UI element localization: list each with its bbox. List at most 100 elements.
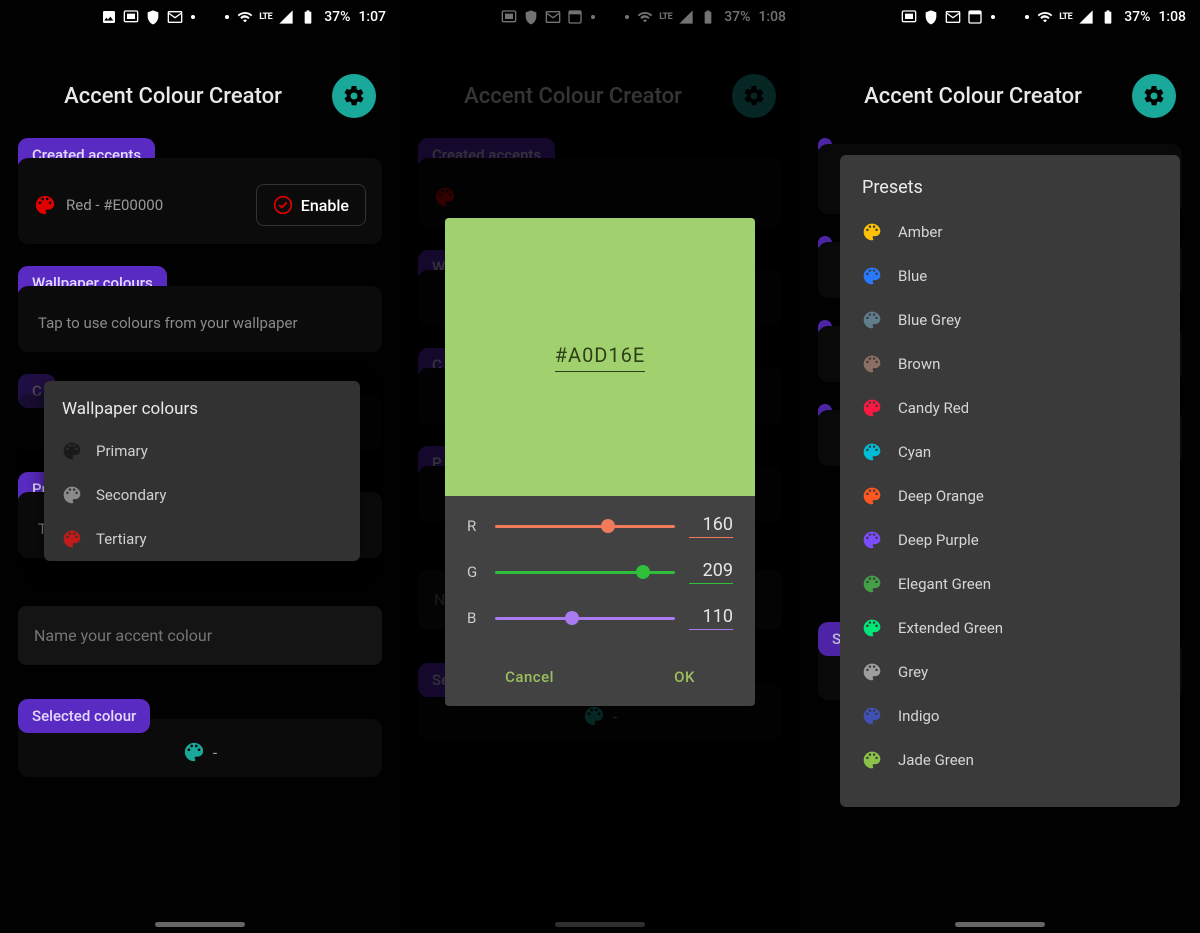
r-label: R [467,517,481,535]
palette-icon [62,485,82,505]
wallpaper-option-secondary[interactable]: Secondary [44,473,360,517]
presets-sheet: Presets Amber Blue Blue Grey Brown Candy Red… [840,155,1180,807]
g-value[interactable]: 209 [689,560,733,584]
battery-percent: 37% [324,9,350,25]
overflow-dot-icon [191,15,195,19]
b-label: B [467,609,481,627]
palette-icon [862,706,882,726]
palette-icon [34,194,56,216]
ok-button[interactable]: OK [674,668,695,686]
lte-label: LTE [1059,12,1072,22]
created-accent-card[interactable]: Red - #E00000 Enable [18,158,382,244]
hex-value[interactable]: #A0D16E [555,343,646,372]
b-slider[interactable] [495,617,675,620]
preset-label: Indigo [898,707,939,725]
cast-icon [901,9,917,25]
wallpaper-option-primary[interactable]: Primary [44,429,360,473]
preset-item[interactable]: Deep Orange [840,474,1180,518]
g-label: G [467,563,481,581]
preset-label: Jade Green [898,751,974,769]
web-icon [967,9,983,25]
cancel-button[interactable]: Cancel [505,668,554,686]
dot-icon [225,15,229,19]
color-swatch[interactable]: #A0D16E [445,218,755,496]
slider-row-b: B 110 [467,606,733,630]
preset-item[interactable]: Grey [840,650,1180,694]
overflow-dot-icon [991,15,995,19]
palette-icon [862,310,882,330]
check-icon [273,195,293,215]
accent-name-input[interactable] [18,606,382,665]
palette-icon [862,574,882,594]
battery-icon [300,9,316,25]
preset-label: Candy Red [898,399,969,417]
wifi-icon [237,9,253,25]
preset-label: Blue Grey [898,311,961,329]
signal-icon [278,9,294,25]
wallpaper-option-tertiary[interactable]: Tertiary [44,517,360,561]
page-title: Accent Colour Creator [824,84,1122,109]
presets-title: Presets [840,155,1180,210]
preset-item[interactable]: Deep Purple [840,518,1180,562]
preset-label: Deep Purple [898,531,979,549]
settings-button[interactable] [332,74,376,118]
battery-icon [1100,9,1116,25]
wallpaper-card[interactable]: Tap to use colours from your wallpaper [18,286,382,352]
wallpaper-popup: Wallpaper colours Primary Secondary Tert… [44,381,360,561]
battery-percent: 37% [1124,9,1150,25]
preset-label: Amber [898,223,942,241]
preset-item[interactable]: Extended Green [840,606,1180,650]
preset-item[interactable]: Blue [840,254,1180,298]
preset-label: Cyan [898,443,931,461]
palette-icon [862,222,882,242]
phone-screen-1: LTE 37% 1:07 Accent Colour Creator Creat… [0,0,400,933]
nav-handle[interactable] [955,922,1045,927]
clock: 1:08 [1158,9,1186,25]
mail-icon [167,9,183,25]
chip-selected-colour: Selected colour [18,699,150,733]
palette-icon [862,618,882,638]
shield-icon [145,9,161,25]
image-icon [101,9,117,25]
wifi-icon [1037,9,1053,25]
preset-label: Extended Green [898,619,1003,637]
preset-item[interactable]: Cyan [840,430,1180,474]
enable-button[interactable]: Enable [256,184,366,226]
b-value[interactable]: 110 [689,606,733,630]
r-slider[interactable] [495,525,675,528]
slider-row-g: G 209 [467,560,733,584]
palette-icon [862,530,882,550]
palette-icon [862,486,882,506]
page-title: Accent Colour Creator [24,84,322,109]
g-slider[interactable] [495,571,675,574]
preset-label: Deep Orange [898,487,984,505]
preset-item[interactable]: Elegant Green [840,562,1180,606]
preset-item[interactable]: Blue Grey [840,298,1180,342]
lte-label: LTE [259,12,272,22]
r-value[interactable]: 160 [689,514,733,538]
nav-handle[interactable] [155,922,245,927]
shield-icon [923,9,939,25]
preset-item[interactable]: Amber [840,210,1180,254]
status-bar: LTE 37% 1:07 [0,0,400,34]
clock: 1:07 [358,9,386,25]
palette-icon [862,266,882,286]
preset-item[interactable]: Candy Red [840,386,1180,430]
preset-label: Brown [898,355,940,373]
preset-item[interactable]: Brown [840,342,1180,386]
preset-label: Grey [898,663,928,681]
palette-icon [62,529,82,549]
status-bar: LTE 37% 1:08 [800,0,1200,34]
accent-name: Red - #E00000 [66,196,163,214]
preset-item[interactable]: Indigo [840,694,1180,738]
phone-screen-2: LTE 37% 1:08 Accent Colour Creator Creat… [400,0,800,933]
mail-icon [945,9,961,25]
preset-label: Blue [898,267,927,285]
settings-button[interactable] [1132,74,1176,118]
palette-icon [862,398,882,418]
palette-icon [62,441,82,461]
slider-row-r: R 160 [467,514,733,538]
preset-item[interactable]: Jade Green [840,738,1180,782]
cast-icon [123,9,139,25]
app-header: Accent Colour Creator [800,34,1200,138]
